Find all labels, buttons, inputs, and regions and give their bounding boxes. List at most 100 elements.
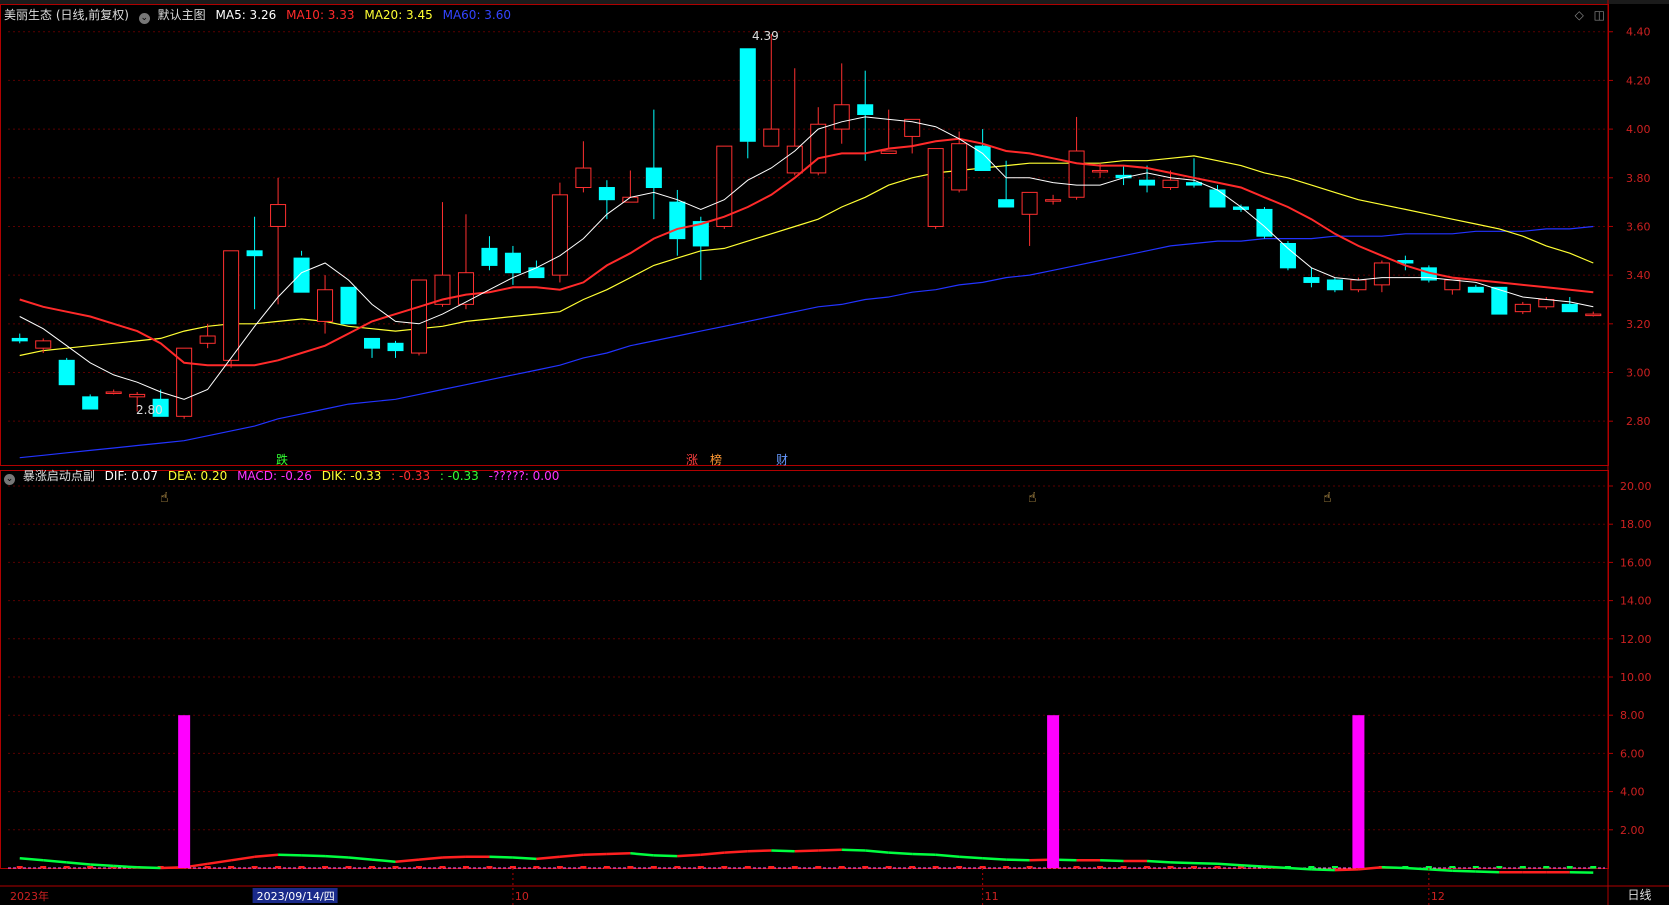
main-panel-border [0,4,1609,466]
indicator-line-segment [371,858,396,863]
macd-bar [791,866,798,869]
macd-bar [1144,866,1151,868]
macd-bar [298,866,305,868]
macd-bar [1590,866,1597,869]
time-label: 2023/09/14/四 [257,890,335,903]
stock-title[interactable]: 美丽生态 (日线,前复权) [4,8,129,22]
template-name[interactable]: 默认主图 [158,8,206,22]
macd-bar [251,866,258,868]
indicator-line-segment [818,848,842,852]
time-label: 12 [1431,890,1445,903]
indicator-line-segment [442,855,467,859]
hand-pointer-icon: ☝ [1323,490,1332,506]
candle-body [857,104,874,115]
hand-pointer-icons: ☝ ☝ ☝ [160,490,1332,506]
signal-bar [1047,715,1060,868]
indicator-tick-label: 14.00 [1620,595,1652,608]
candle-body [1256,208,1273,237]
candle-body [11,337,28,342]
indicator-line-segment [137,866,161,870]
candle-body [317,289,334,322]
low-annotation: 2.80 [136,403,163,417]
candle-body [410,279,428,354]
indicator-line-segment [1006,858,1030,862]
price-tick-label: 4.20 [1626,74,1651,87]
ma60-line [19,225,1594,459]
dropdown-icon[interactable]: ⌄ [4,474,15,485]
macd-bar [486,866,493,869]
macd-bar [392,866,399,868]
signal-bar [178,715,191,868]
macd-bar [815,866,822,869]
macd-bar [721,866,728,869]
indicator-line-segment [1240,863,1265,868]
indicator-line-segment [1146,859,1171,864]
macd-bar [650,866,657,869]
period-button[interactable]: 日线 [1610,886,1669,904]
candle-body [551,194,568,276]
macd-bar [956,866,963,868]
indicator-line-segment [113,864,138,869]
macd-bar [603,866,610,869]
macd-bar [462,866,469,869]
candle-body [1139,179,1156,186]
indicator-line-segment [888,851,913,856]
window-icon[interactable]: ◫ [1594,8,1605,22]
candle-body [786,145,803,174]
macd-bar [16,866,23,868]
candle-body [199,335,216,344]
candle-body [1068,150,1085,198]
macd-bar [204,866,211,868]
ma10-label: MA10: 3.33 [286,8,355,22]
hand-pointer-icon: ☝ [1028,490,1037,506]
candle-body [833,104,850,130]
macd-bar [1425,866,1432,868]
indicator-tick-label: 8.00 [1620,709,1645,722]
axes: 4.40 4.20 4.00 3.80 3.60 3.40 3.20 3.00 2.80 20.0… [0,0,1669,905]
candle-body [1514,303,1531,313]
indicator-tick-label: 2.00 [1620,824,1645,837]
dif-label: DIF: 0.07 [104,469,158,483]
chart-grid [0,4,1609,869]
candle-body [504,252,521,274]
indicator-tick-label: 18.00 [1620,518,1652,531]
candle-body [927,148,944,227]
candle-body [364,337,381,349]
candle-body [1467,286,1484,293]
indicator-line-segment [724,849,748,854]
candle-body [105,391,122,394]
indicator-name[interactable]: 暴涨启动点副 [23,469,95,483]
indicator-legend: ⌄ 暴涨启动点副 DIF: 0.07 DEA: 0.20 MACD: -0.26… [4,468,565,485]
candle-body [1185,182,1203,186]
chart-canvas[interactable]: 4.40 4.20 4.00 3.80 3.60 3.40 3.20 3.00 2.80 20.0… [0,0,1669,905]
candle-body [1350,279,1367,291]
fall-marker[interactable]: 跌 [276,452,288,467]
finance-marker[interactable]: 财 [776,453,788,467]
candle-body [880,150,897,154]
candle-body [1092,169,1109,173]
dropdown-icon[interactable]: ⌄ [138,13,150,24]
indicator-line-segment [747,849,772,853]
candle-body [387,342,404,352]
indicator-line-segment [700,851,725,856]
indicator-line-segment [1428,868,1453,873]
macd-bar [768,866,775,869]
macd-bar [63,866,70,868]
candle-body [739,48,756,142]
diamond-icon[interactable]: ◇ [1575,8,1584,22]
rise-marker[interactable]: 涨 [686,452,698,467]
macd-bar [979,866,986,868]
candle-body [528,267,545,279]
macd-bar [415,866,422,868]
candle-body [575,167,592,189]
list-marker[interactable]: 榜 [710,452,722,467]
macd-bar [1543,866,1550,869]
indicator-line-segment [536,855,561,861]
indicator-line-segment [1452,869,1476,873]
indicator-line-segment [583,852,607,856]
macd-bar [1026,866,1033,868]
candle-body [1045,199,1062,202]
indicator-line-segment [66,861,91,866]
price-tick-label: 3.20 [1626,318,1651,331]
indicator-line-segment [418,856,443,861]
